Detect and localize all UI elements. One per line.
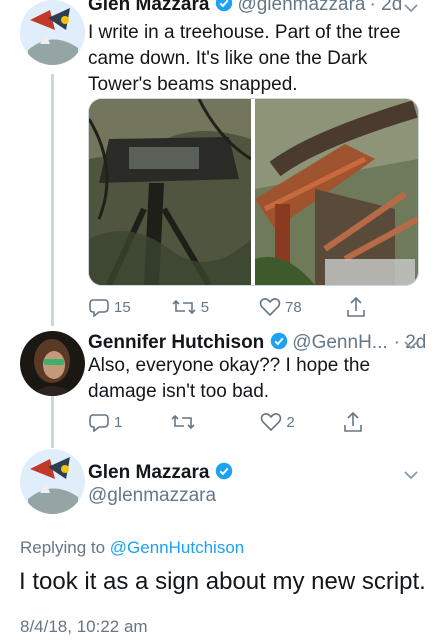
tweet-time[interactable]: · 2d xyxy=(370,0,403,15)
chevron-down-icon[interactable] xyxy=(404,470,418,480)
tweet-text: Also, everyone okay?? I hope the damage … xyxy=(88,355,371,402)
replying-to-link[interactable]: @GennHutchison xyxy=(110,538,244,557)
retweet-icon xyxy=(172,299,196,315)
heart-icon xyxy=(261,413,282,432)
retweet-count: 5 xyxy=(200,298,210,316)
like-button[interactable]: 2 xyxy=(260,412,295,432)
share-button[interactable] xyxy=(346,296,366,318)
thread-line xyxy=(51,74,54,326)
avatar[interactable] xyxy=(20,0,85,65)
author-handle[interactable]: @GennH... xyxy=(292,332,387,353)
reply-button[interactable]: 1 xyxy=(88,412,122,432)
retweet-button[interactable]: 5 xyxy=(171,297,209,317)
like-button[interactable]: 78 xyxy=(259,297,302,317)
reply-icon xyxy=(89,414,109,432)
focused-tweet-text: I took it as a sign about my new script. xyxy=(19,568,426,595)
like-count: 2 xyxy=(286,413,295,431)
fallen-tree-photo[interactable] xyxy=(255,99,418,285)
verified-badge-icon xyxy=(216,0,233,12)
avatar[interactable] xyxy=(20,449,85,514)
thread-line xyxy=(51,396,54,448)
reply-icon xyxy=(89,299,109,317)
chevron-down-icon[interactable] xyxy=(404,3,418,13)
share-button[interactable] xyxy=(343,411,363,433)
heart-icon xyxy=(259,298,281,317)
verified-badge-icon xyxy=(271,332,288,350)
tweet-actions: 1 2 xyxy=(88,411,363,433)
share-icon xyxy=(343,411,362,432)
tweet-timestamp[interactable]: 8/4/18, 10:22 am xyxy=(20,617,148,637)
tweet-text: I write in a treehouse. Part of the tree… xyxy=(88,22,401,95)
tweet-media[interactable] xyxy=(88,98,419,286)
retweet-button[interactable] xyxy=(170,412,200,432)
tweet-actions: 15 5 78 xyxy=(88,296,366,318)
author-handle[interactable]: @glenmazzara xyxy=(237,0,365,15)
chevron-down-icon[interactable] xyxy=(404,340,418,350)
share-icon xyxy=(346,296,365,317)
author-handle[interactable]: @glenmazzara xyxy=(88,485,216,507)
treehouse-photo[interactable] xyxy=(89,99,252,285)
author-name[interactable]: Glen Mazzara xyxy=(88,462,209,483)
avatar[interactable] xyxy=(20,331,85,396)
retweet-icon xyxy=(171,414,195,430)
verified-badge-icon xyxy=(216,462,233,480)
like-count: 78 xyxy=(285,298,302,316)
replying-to: Replying to @GennHutchison xyxy=(20,538,244,558)
author-name[interactable]: Gennifer Hutchison xyxy=(88,332,264,353)
author-name[interactable]: Glen Mazzara xyxy=(88,0,209,15)
reply-count: 15 xyxy=(114,298,131,316)
reply-button[interactable]: 15 xyxy=(88,297,131,317)
replying-to-label: Replying to xyxy=(20,538,106,557)
reply-count: 1 xyxy=(114,413,123,431)
